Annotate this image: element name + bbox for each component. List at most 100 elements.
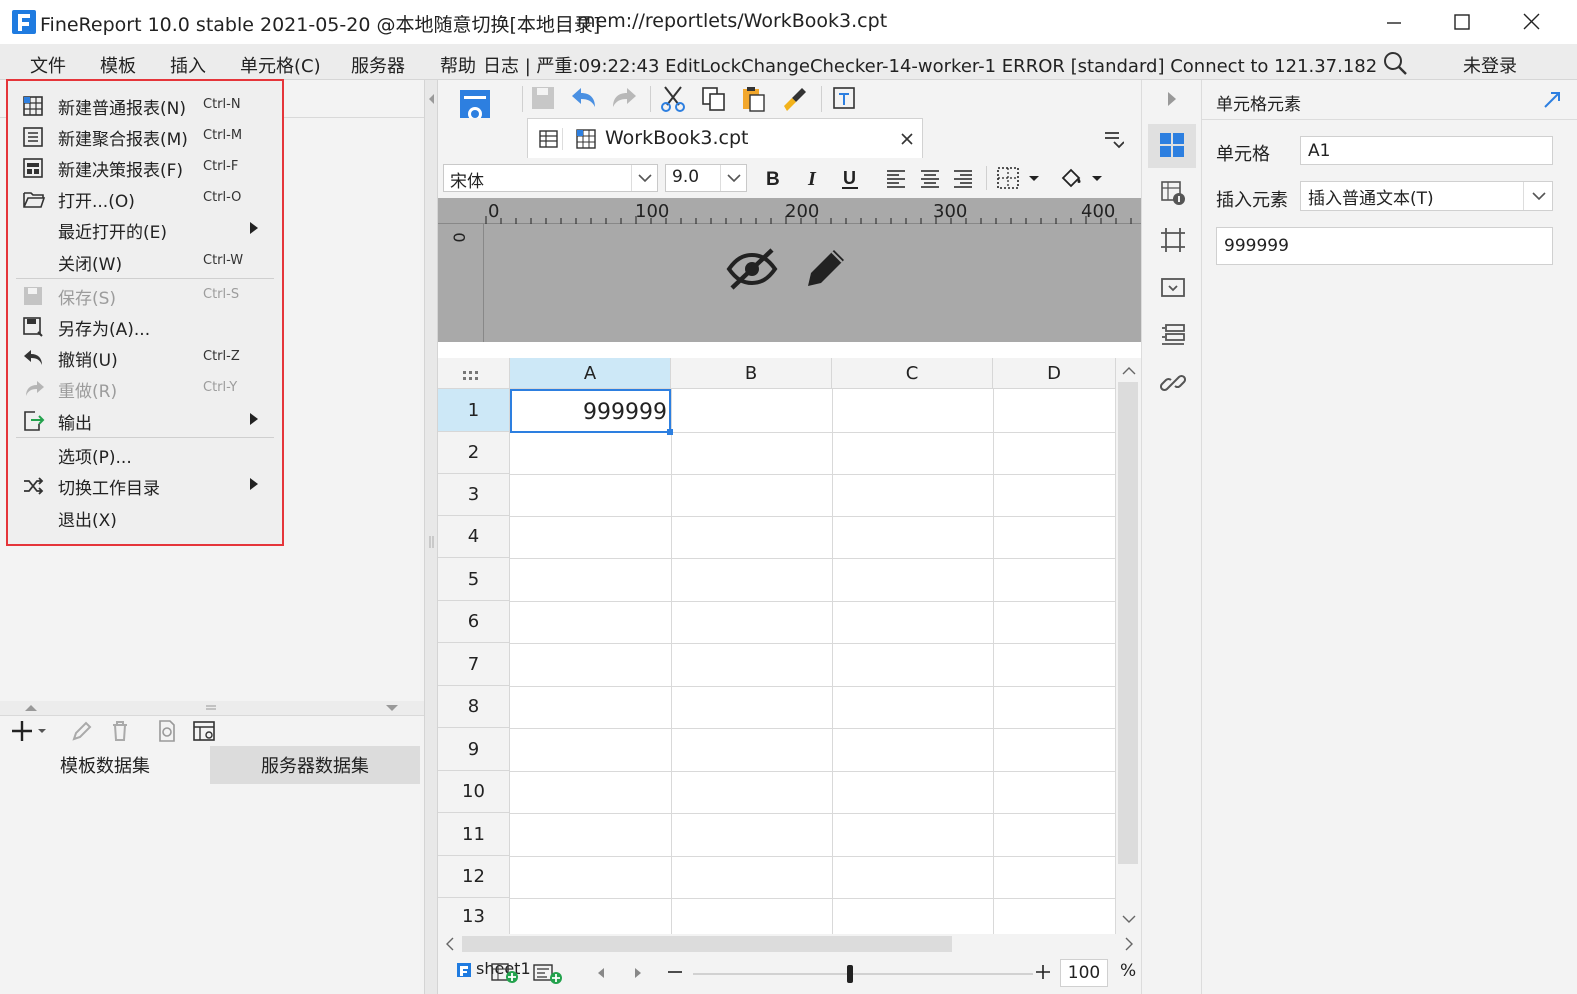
cell-name-field[interactable]: A1 (1300, 136, 1553, 165)
row-header[interactable]: 2 (438, 432, 510, 474)
menu-item-new-decision-report[interactable]: 新建决策报表(F) Ctrl-F (8, 152, 282, 183)
row-header[interactable]: 12 (438, 856, 510, 898)
row-header[interactable]: 10 (438, 771, 510, 813)
tab-workbook[interactable]: WorkBook3.cpt (527, 118, 923, 158)
menu-insert[interactable]: 插入 (170, 52, 206, 78)
vertical-scrollbar[interactable] (1116, 358, 1141, 934)
menu-item-exit[interactable]: 退出(X) (8, 502, 282, 533)
next-sheet-icon[interactable] (631, 965, 645, 981)
row-header[interactable]: 13 (438, 898, 510, 934)
row-header[interactable]: 7 (438, 643, 510, 686)
underline-icon[interactable]: U (838, 166, 862, 190)
row-header[interactable]: 5 (438, 558, 510, 601)
format-painter-icon[interactable] (780, 85, 808, 113)
widget-settings-icon[interactable] (1160, 275, 1186, 301)
menu-template[interactable]: 模板 (100, 52, 136, 78)
close-window-button[interactable] (1508, 6, 1554, 38)
menu-item-redo[interactable]: 重做(R) Ctrl-Y (8, 373, 282, 404)
row-header[interactable]: 9 (438, 728, 510, 771)
text-template-icon[interactable] (831, 85, 859, 113)
add-dataset-icon[interactable] (10, 719, 48, 743)
insert-element-select[interactable]: 插入普通文本(T) (1300, 181, 1553, 211)
cell-element-tab-icon[interactable] (1148, 124, 1196, 168)
expand-panel-icon[interactable] (1542, 90, 1562, 110)
horizontal-scrollbar[interactable] (438, 934, 1141, 954)
menu-item-recent[interactable]: 最近打开的(E) (8, 214, 282, 245)
row-header[interactable]: 3 (438, 474, 510, 516)
new-report-tab-icon[interactable] (539, 128, 563, 150)
cell-a1[interactable]: 999999 (510, 389, 671, 433)
row-header[interactable]: 1 (438, 389, 510, 432)
menu-item-options[interactable]: 选项(P)... (8, 439, 282, 470)
menu-item-open[interactable]: 打开...(O) Ctrl-O (8, 183, 282, 214)
column-header-c[interactable]: C (832, 358, 993, 389)
row-header[interactable]: 6 (438, 601, 510, 643)
zoom-input[interactable]: 100 (1060, 959, 1108, 987)
add-sheet-icon[interactable] (490, 962, 524, 984)
font-family-select[interactable]: 宋体 (443, 164, 658, 192)
cell-attributes-icon[interactable] (1160, 180, 1186, 206)
splitter[interactable] (424, 80, 438, 994)
delete-dataset-icon[interactable] (108, 719, 132, 743)
menu-file[interactable]: 文件 (30, 52, 66, 78)
row-header[interactable]: 4 (438, 516, 510, 558)
menu-item-new-aggregate-report[interactable]: 新建聚合报表(M) Ctrl-M (8, 121, 282, 152)
menu-item-save-as[interactable]: 另存为(A)... (8, 311, 282, 342)
edit-dataset-icon[interactable] (70, 719, 94, 743)
column-header-d[interactable]: D (993, 358, 1116, 389)
condition-attributes-icon[interactable] (1160, 322, 1186, 348)
copy-icon[interactable] (700, 85, 728, 113)
zoom-slider[interactable] (693, 960, 1033, 988)
align-right-icon[interactable] (951, 166, 975, 190)
zoom-out-icon[interactable] (666, 963, 684, 981)
bold-icon[interactable]: B (760, 166, 784, 190)
collapse-arrow-icon[interactable] (1164, 90, 1180, 108)
menu-server[interactable]: 服务器 (351, 52, 405, 78)
row-header[interactable]: 11 (438, 813, 510, 856)
cell-content-field[interactable]: 999999 (1216, 227, 1553, 265)
menu-item-close[interactable]: 关闭(W) Ctrl-W (8, 246, 282, 277)
add-polyhedron-sheet-icon[interactable] (532, 962, 566, 984)
menu-item-undo[interactable]: 撤销(U) Ctrl-Z (8, 342, 282, 373)
italic-icon[interactable]: I (800, 166, 824, 190)
menu-item-export[interactable]: 输出 (8, 405, 282, 436)
log-message[interactable]: 日志 | 严重:09:22:43 EditLockChangeChecker-1… (483, 52, 1378, 78)
dataset-settings-icon[interactable] (192, 719, 218, 743)
menu-cell[interactable]: 单元格(C) (240, 52, 321, 78)
row-header[interactable]: 8 (438, 686, 510, 728)
hyperlink-icon[interactable] (1160, 370, 1186, 396)
hide-eye-icon[interactable] (726, 246, 778, 292)
save-icon[interactable] (530, 85, 556, 111)
undo-icon[interactable] (570, 85, 598, 111)
tab-template-dataset[interactable]: 模板数据集 (0, 746, 210, 784)
preview-dataset-icon[interactable] (155, 719, 179, 743)
zoom-in-icon[interactable] (1034, 963, 1052, 981)
font-size-select[interactable]: 9.0 (665, 164, 747, 192)
border-icon[interactable] (995, 165, 1045, 191)
fill-handle[interactable] (667, 429, 673, 435)
prev-sheet-icon[interactable] (594, 965, 608, 981)
paste-icon[interactable] (740, 85, 768, 113)
menu-item-new-report[interactable]: 新建普通报表(N) Ctrl-N (8, 90, 282, 121)
menu-item-save[interactable]: 保存(S) Ctrl-S (8, 280, 282, 311)
column-header-a[interactable]: A (510, 358, 671, 389)
menu-item-switch-directory[interactable]: 切换工作目录 (8, 470, 282, 501)
login-status[interactable]: 未登录 (1463, 52, 1517, 78)
redo-icon[interactable] (610, 85, 638, 111)
tab-server-dataset[interactable]: 服务器数据集 (210, 746, 420, 784)
close-tab-icon[interactable] (900, 132, 914, 146)
cell-style-icon[interactable] (1160, 227, 1186, 253)
align-center-icon[interactable] (918, 166, 942, 190)
maximize-button[interactable] (1438, 6, 1484, 38)
tab-list-icon[interactable] (1102, 128, 1124, 150)
cut-icon[interactable] (659, 85, 687, 113)
edit-pencil-icon[interactable] (802, 244, 850, 292)
column-header-b[interactable]: B (671, 358, 832, 389)
select-all-corner[interactable] (438, 358, 510, 389)
fill-color-icon[interactable] (1058, 165, 1108, 191)
align-left-icon[interactable] (884, 166, 908, 190)
minimize-button[interactable] (1370, 6, 1416, 38)
panel-divider[interactable] (0, 701, 424, 715)
menu-help[interactable]: 帮助 (440, 52, 476, 78)
search-icon[interactable] (1382, 50, 1408, 76)
